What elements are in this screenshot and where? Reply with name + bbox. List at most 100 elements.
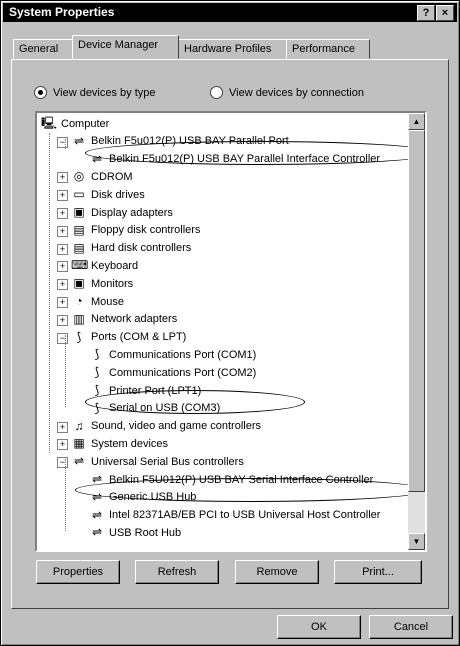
tree-item[interactable]: ◎ CDROM [71,168,133,185]
tree-item[interactable]: ♫ Sound, video and game controllers [71,418,262,435]
tree-item[interactable]: ▤ Floppy disk controllers [71,222,200,239]
monitor-icon: ▣ [73,205,85,219]
tree-item-label: Display adapters [91,206,173,219]
usb-icon: ⇌ [91,472,103,486]
tab-general[interactable]: General [13,39,74,59]
expand-icon[interactable]: + [57,261,68,273]
radio-selected-icon[interactable] [34,86,47,99]
port-icon: ⟆ [94,383,100,397]
tree-item-label: Communications Port (COM1) [109,348,257,361]
tree-item-label: Ports (COM & LPT) [91,331,187,344]
tab-device-manager[interactable]: Device Manager [72,35,179,59]
tree-item-label: Network adapters [91,313,178,326]
tree-item-label: CDROM [91,170,133,183]
tree-item[interactable]: ▭ Disk drives [71,186,145,203]
scroll-up-icon[interactable]: ▲ [408,113,425,130]
device-manager-panel: View devices by type View devices by con… [11,59,449,609]
radio-unselected-icon[interactable] [210,86,223,99]
view-by-type-option[interactable]: View devices by type [34,86,156,99]
tree-item[interactable]: ▤ Hard disk controllers [71,240,191,257]
tree-item[interactable]: ▥ Network adapters [71,311,177,328]
port-icon: ⟆ [94,365,100,380]
collapse-icon[interactable]: − [57,136,68,148]
expand-icon[interactable]: + [57,208,68,219]
tree-item[interactable]: ▦ System devices [71,435,168,452]
device-tree-listbox[interactable]: 🖳 Computer ⇌ Belkin F5u012(P) USB BAY Paral… [35,111,427,552]
tree-item[interactable]: ▣ Monitors [71,275,133,292]
tree-item-label: Sound, video and game controllers [91,420,261,433]
expand-icon[interactable]: + [57,297,68,308]
tab-hardware-profiles[interactable]: Hardware Profiles [178,39,287,59]
help-button[interactable]: ? [417,5,435,21]
tree-item-label: Mouse [91,295,125,308]
expand-icon[interactable]: + [57,279,68,291]
title-bar[interactable]: System Properties ? × [3,3,457,22]
port-icon: ⟆ [76,329,82,344]
tree-item-label: Keyboard [91,259,139,272]
tree-item[interactable]: ⟆ Communications Port (COM2) [89,364,257,381]
properties-button[interactable]: Properties [36,560,120,584]
tree-item[interactable]: ⟆ Ports (COM & LPT) [71,329,187,346]
tree-item[interactable]: ⇌ Universal Serial Bus controllers [71,453,244,470]
usb-icon: ⇌ [91,151,103,166]
expand-icon[interactable]: + [57,225,68,237]
tree-item[interactable]: ⟆ Communications Port (COM1) [89,346,257,363]
tree-item[interactable]: ⇌ Belkin F5u012(P) USB BAY Parallel Inter… [89,151,380,168]
expand-icon[interactable]: + [57,190,68,202]
ok-button[interactable]: OK [277,615,361,639]
usb-icon: ⇌ [73,133,85,148]
expand-icon[interactable]: + [57,421,68,433]
expand-icon[interactable]: + [57,172,68,184]
tree-item[interactable]: ▣ Display adapters [71,204,173,221]
tree-item-label: Disk drives [91,188,145,201]
usb-icon: ⇌ [73,454,85,469]
tree-item-label: Printer Port (LPT1) [109,384,202,397]
tree-item[interactable]: ◔ Mouse [71,293,124,310]
collapse-icon[interactable]: − [57,457,68,469]
refresh-button[interactable]: Refresh [135,560,219,584]
tree-item-label: USB Root Hub [109,526,182,539]
view-by-type-label: View devices by type [53,86,156,99]
tree-item-label: Serial on USB (COM3) [109,402,221,415]
tab-performance[interactable]: Performance [286,39,370,59]
controller-icon: ▤ [73,222,85,237]
view-by-connection-label: View devices by connection [229,86,364,99]
tree-item-label: Hard disk controllers [91,242,192,255]
cancel-button[interactable]: Cancel [369,615,453,639]
close-button[interactable]: × [436,5,454,21]
tree-item[interactable]: ⇌ Belkin F5U012(P) USB BAY Serial Interfa… [89,471,373,488]
computer-icon: 🖳 [41,116,58,130]
expand-icon[interactable]: + [57,439,68,451]
expand-icon[interactable]: + [57,243,68,255]
tree-item-label: System devices [91,437,169,450]
device-tree: 🖳 Computer ⇌ Belkin F5u012(P) USB BAY Paral… [37,113,425,550]
tree-guide-line [65,139,66,149]
tree-item-label: Generic USB Hub [109,491,197,504]
monitor-icon: ▣ [73,276,85,291]
tree-item[interactable]: ⇌ Generic USB Hub [89,489,196,506]
tree-item[interactable]: ⇌ USB Root Hub [89,524,181,541]
tree-item[interactable]: ⇌ Belkin F5u012(P) USB BAY Parallel Port [71,133,289,150]
tree-item[interactable]: ⇌ Intel 82371AB/EB PCI to USB Universal H… [89,507,381,524]
tree-item[interactable]: 🖳 Computer [41,115,109,132]
controller-icon: ▤ [73,240,85,255]
collapse-icon[interactable]: − [57,332,68,344]
scroll-down-icon[interactable]: ▼ [408,533,425,550]
view-by-connection-option[interactable]: View devices by connection [210,86,364,99]
tree-item[interactable]: ⟆ Serial on USB (COM3) [89,400,221,417]
vertical-scrollbar[interactable]: ▲ ▼ [408,113,425,550]
usb-icon: ⇌ [91,525,103,540]
tree-guide-line [65,459,66,531]
tree-item-label: Monitors [91,277,134,290]
scroll-thumb[interactable] [408,130,425,492]
cdrom-icon: ◎ [73,169,85,184]
expand-icon[interactable]: + [57,314,68,326]
usb-icon: ⇌ [91,507,103,522]
print-button[interactable]: Print... [334,560,422,584]
tree-item[interactable]: ⌨ Keyboard [71,257,138,274]
tree-item-label: Belkin F5U012(P) USB BAY Serial Interfac… [109,473,374,486]
tree-guide-line [65,335,66,407]
tree-item[interactable]: ⟆ Printer Port (LPT1) [89,382,202,399]
network-icon: ▥ [73,311,85,326]
remove-button[interactable]: Remove [235,560,319,584]
